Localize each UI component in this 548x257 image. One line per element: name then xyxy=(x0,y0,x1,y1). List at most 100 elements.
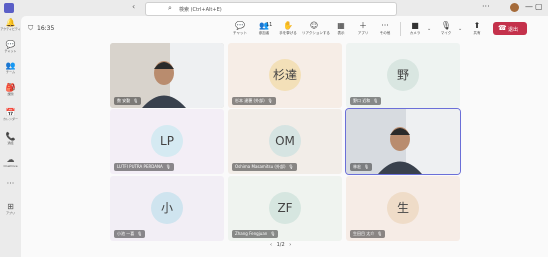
more-icon: ··· xyxy=(6,179,15,188)
more-button[interactable]: ··· その他 xyxy=(373,21,397,36)
prev-page-button[interactable]: ‹ xyxy=(270,242,272,248)
apps-icon: ⊞ xyxy=(7,202,14,211)
chat-button[interactable]: 💬 チャット xyxy=(228,21,252,36)
minimize-button[interactable]: — xyxy=(525,2,533,11)
participant-nameplate: 林宏 🎙 xyxy=(350,163,373,171)
participant-tile[interactable]: 数 安勤 🎙 xyxy=(110,43,224,108)
next-page-button[interactable]: › xyxy=(289,242,291,248)
more-options-icon[interactable]: ··· xyxy=(482,2,490,11)
mic-muted-icon: 🎙 xyxy=(288,164,294,169)
pagination: ‹ 1/2 › xyxy=(270,242,291,248)
participant-name: 杉本 達穂 (外部) xyxy=(235,98,265,103)
participant-tile[interactable]: 林宏 🎙 xyxy=(345,108,461,175)
rail-item-assignments[interactable]: 🎒 課題 xyxy=(0,83,21,96)
rail-item-calls[interactable]: 📞 通話 xyxy=(0,132,21,145)
raise-hand-icon: ✋ xyxy=(283,21,293,30)
participant-name: 野口 近和 xyxy=(353,98,371,103)
teams-logo-icon xyxy=(4,3,14,13)
participant-nameplate: LUTFI PUTRA PERDANA 🎙 xyxy=(114,163,174,171)
phone-icon: 📞 xyxy=(5,132,16,141)
mic-muted-icon: 🎙 xyxy=(165,164,171,169)
participant-initials: 野 xyxy=(387,59,419,91)
participants-button[interactable]: 👥 11 参加者 xyxy=(252,21,276,36)
cloud-icon: ☁ xyxy=(6,155,15,164)
participant-nameplate: 杉本 達穂 (外部) 🎙 xyxy=(232,97,276,105)
toolbar-divider xyxy=(400,22,401,36)
camera-button[interactable]: ■ カメラ xyxy=(403,21,427,36)
participant-nameplate: Zhang Fengjuan 🎙 xyxy=(232,230,279,238)
participant-tile[interactable]: 野野口 近和 🎙 xyxy=(346,43,460,108)
maximize-button[interactable]: ▢ xyxy=(535,2,543,11)
view-icon: ▦ xyxy=(337,21,345,30)
mic-muted-icon: 🎙 xyxy=(137,231,143,236)
page-indicator: 1/2 xyxy=(276,242,285,248)
share-button[interactable]: ⬆ 共有 xyxy=(465,21,489,36)
participant-tile[interactable]: LP LUTFI PUTRA PERDANA 🎙 xyxy=(110,109,224,174)
participant-initials: ZF xyxy=(269,192,301,224)
participant-name: 小池 一喜 xyxy=(117,231,135,236)
chat-icon: 💬 xyxy=(235,21,245,30)
bell-icon: 🔔 xyxy=(5,18,16,27)
participant-nameplate: 生田目 太介 🎙 xyxy=(350,230,386,238)
participant-nameplate: 野口 近和 🎙 xyxy=(350,97,382,105)
reaction-icon: ☺ xyxy=(309,21,319,30)
rail-item-activity[interactable]: 🔔 アクティビティ xyxy=(0,18,21,31)
rail-item-chat[interactable]: 💬 チャット xyxy=(0,40,21,53)
phone-hangup-icon: ☎ xyxy=(498,24,507,32)
calendar-icon: 📅 xyxy=(5,108,16,117)
share-icon: ⬆ xyxy=(473,21,481,30)
search-input[interactable]: ⌕ 検索 (Ctrl+Alt+E) xyxy=(145,2,397,16)
apps-button[interactable]: ＋アプリ xyxy=(351,21,375,36)
mic-muted-icon: 🎙 xyxy=(364,164,370,169)
search-icon: ⌕ xyxy=(168,4,172,12)
reaction-button[interactable]: ☺ リアクションする xyxy=(302,21,330,36)
mic-muted-icon: 🎙 xyxy=(270,231,276,236)
participant-name: Zhang Fengjuan xyxy=(235,231,268,236)
participant-nameplate: Oshima Masamitsu (外部) 🎙 xyxy=(232,163,297,171)
raise-hand-button[interactable]: ✋ 手を挙げる xyxy=(276,21,300,36)
participant-tile[interactable]: 杉達杉本 達穂 (外部) 🎙 xyxy=(228,43,342,108)
people-icon: 👥 xyxy=(259,21,269,30)
mic-button[interactable]: 🎙 マイク xyxy=(434,21,458,36)
leave-button[interactable]: ☎ 退出 xyxy=(493,22,527,35)
mic-off-icon: 🎙 xyxy=(440,21,452,30)
apps-icon: ＋ xyxy=(359,21,367,30)
rail-item-teams[interactable]: 👥 チーム xyxy=(0,61,21,74)
shield-icon: ⛉ xyxy=(28,24,34,32)
rail-item-onedrive[interactable]: ☁ OneDrive xyxy=(0,155,21,168)
participant-nameplate: 数 安勤 🎙 xyxy=(114,97,142,105)
participant-tile[interactable]: ZF Zhang Fengjuan 🎙 xyxy=(228,176,342,241)
camera-icon: ■ xyxy=(411,21,419,30)
participant-initials: LP xyxy=(151,125,183,157)
participant-tile[interactable]: OM Oshima Masamitsu (外部) 🎙 xyxy=(228,109,342,174)
teams-icon: 👥 xyxy=(5,61,16,70)
participant-name: 生田目 太介 xyxy=(353,231,375,236)
view-button[interactable]: ▦ 表示 xyxy=(329,21,353,36)
meeting-timer: 16:35 xyxy=(37,25,55,32)
app-rail: 🔔 アクティビティ 💬 チャット 👥 チーム 🎒 課題 📅 カレンダー 📞 通話 ☁ OneD… xyxy=(0,16,21,257)
camera-options-chevron-icon[interactable]: ⌄ xyxy=(427,26,431,32)
participant-initials: 生 xyxy=(387,192,419,224)
rail-item-calendar[interactable]: 📅 カレンダー xyxy=(0,108,21,121)
title-bar: ‹ ⌕ 検索 (Ctrl+Alt+E) ··· — ▢ xyxy=(0,0,548,16)
mic-options-chevron-icon[interactable]: ⌄ xyxy=(458,26,462,32)
participant-nameplate: 小池 一喜 🎙 xyxy=(114,230,146,238)
participant-tile[interactable]: 小小池 一喜 🎙 xyxy=(110,176,224,241)
rail-item-more[interactable]: ··· xyxy=(0,179,21,188)
mic-muted-icon: 🎙 xyxy=(267,98,273,103)
participant-name: LUTFI PUTRA PERDANA xyxy=(117,164,163,169)
participant-tile[interactable]: 生生田目 太介 🎙 xyxy=(346,176,460,241)
participant-initials: 杉達 xyxy=(269,59,301,91)
mic-muted-icon: 🎙 xyxy=(373,98,379,103)
participant-name: 数 安勤 xyxy=(117,98,131,103)
user-avatar[interactable] xyxy=(510,3,519,12)
participant-count: 11 xyxy=(266,22,273,28)
back-arrow-icon[interactable]: ‹ xyxy=(132,2,135,11)
participant-name: 林宏 xyxy=(353,164,361,169)
rail-item-apps[interactable]: ⊞ アプリ xyxy=(0,202,21,215)
participant-initials: 小 xyxy=(151,192,183,224)
assignments-icon: 🎒 xyxy=(5,83,16,92)
chat-icon: 💬 xyxy=(5,40,16,49)
participant-initials: OM xyxy=(269,125,301,157)
mic-muted-icon: 🎙 xyxy=(133,98,139,103)
